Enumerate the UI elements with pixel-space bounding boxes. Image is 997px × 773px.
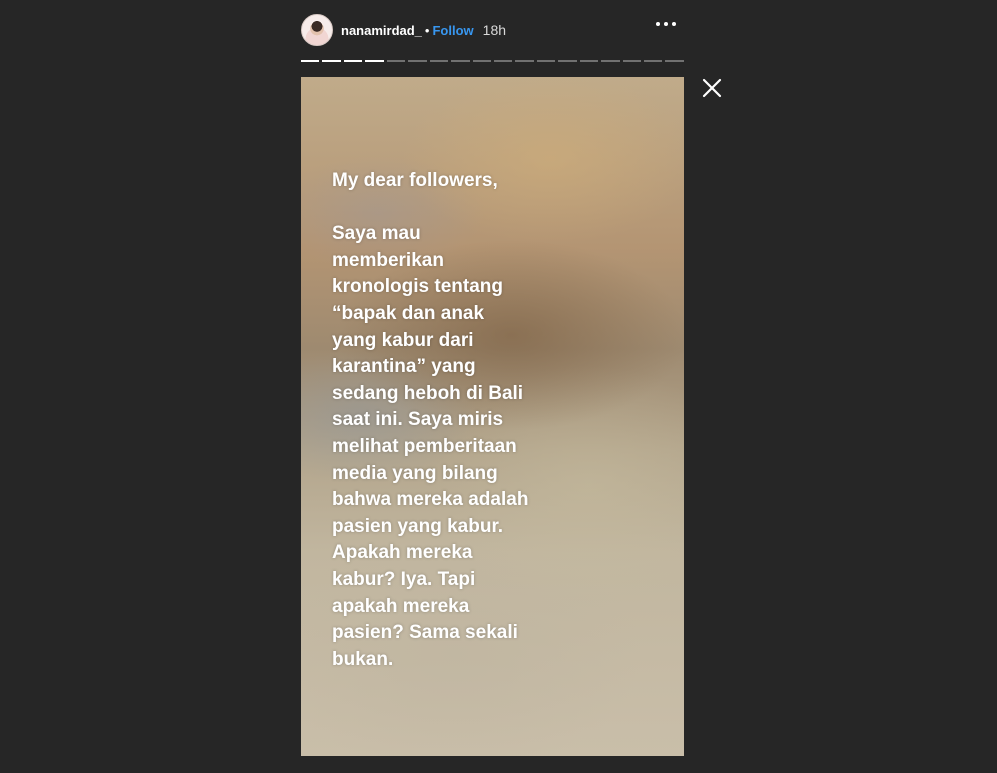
story-line: yang kabur dari: [332, 329, 474, 351]
progress-segment: [665, 60, 684, 62]
progress-segment: [365, 60, 384, 62]
progress-segment: [472, 60, 491, 62]
progress-segment: [408, 60, 427, 62]
story-line: Saya mau: [332, 223, 421, 245]
story-line: Apakah mereka: [332, 542, 473, 564]
progress-segment: [429, 60, 449, 62]
story-line: saat ini. Saya miris: [332, 409, 504, 431]
progress-segment: [515, 60, 534, 62]
story-line: apakah mereka: [332, 595, 470, 617]
story-line: pasien yang kabur.: [332, 515, 504, 537]
progress-segment: [536, 60, 556, 62]
story-blank-line: [332, 195, 672, 222]
progress-segment: [601, 60, 620, 62]
more-dot: [656, 22, 660, 26]
story-text-block: My dear followers, Saya mau memberikan kro…: [332, 168, 672, 673]
story-line: sedang heboh di Bali: [332, 382, 524, 404]
progress-segment: [301, 60, 320, 62]
story-line: “bapak dan anak: [332, 302, 485, 324]
story-greeting: My dear followers,: [332, 170, 498, 191]
separator-dot: •: [424, 22, 430, 38]
close-icon[interactable]: [702, 78, 722, 98]
story-viewer: nanamirdad_ • Follow 18h My dear followe…: [0, 0, 997, 773]
username-link[interactable]: nanamirdad_: [341, 23, 422, 38]
story-line: pasien? Sama sekali: [332, 622, 518, 644]
progress-segment: [579, 60, 599, 62]
progress-segment: [622, 60, 641, 62]
progress-segment: [644, 60, 663, 62]
story-header: nanamirdad_ • Follow 18h: [301, 13, 684, 47]
more-dot: [672, 22, 676, 26]
story-line: kronologis tentang: [332, 276, 503, 298]
progress-segment: [343, 60, 363, 62]
follow-button[interactable]: Follow: [432, 23, 473, 38]
story-line: memberikan: [332, 249, 444, 271]
progress-segment: [558, 60, 577, 62]
story-line: media yang bilang: [332, 462, 498, 484]
post-time: 18h: [482, 22, 507, 38]
profile-avatar[interactable]: [301, 14, 333, 46]
story-line: kabur? Iya. Tapi: [332, 568, 476, 590]
story-line: bahwa mereka adalah: [332, 489, 529, 511]
story-line: bukan.: [332, 648, 394, 670]
progress-segment: [322, 60, 341, 62]
close-icon-svg: [702, 78, 722, 98]
progress-segment: [493, 60, 513, 62]
story-line: melihat pemberitaan: [332, 435, 517, 457]
story-line: karantina” yang: [332, 356, 476, 378]
more-options-icon[interactable]: [656, 22, 676, 26]
story-media[interactable]: My dear followers, Saya mau memberikan kro…: [301, 77, 684, 756]
progress-segment: [451, 60, 470, 62]
story-progress-bar: [301, 60, 684, 62]
more-dot: [664, 22, 668, 26]
progress-segment: [386, 60, 406, 62]
